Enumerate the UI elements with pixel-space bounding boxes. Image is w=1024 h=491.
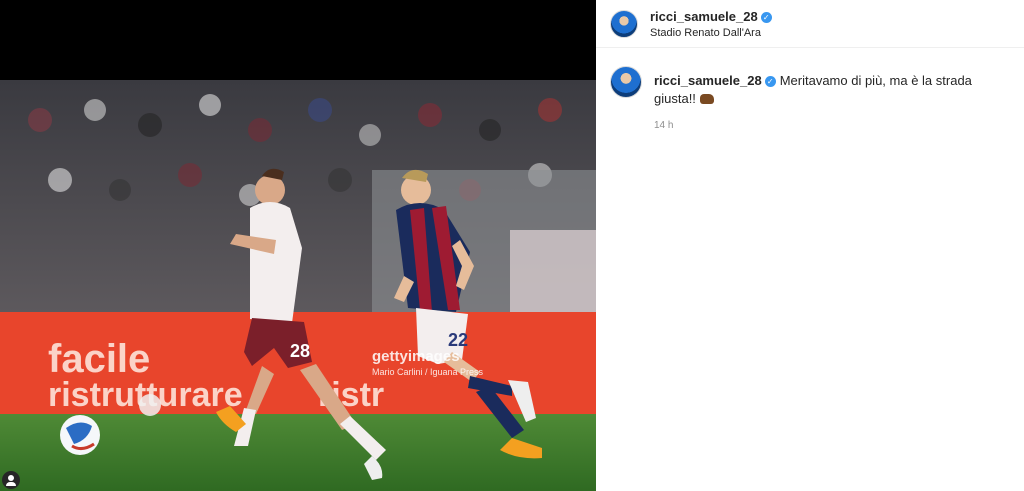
post-media: facile ristrutturare ristr 28 22 gettyim… [0,0,596,491]
shirt-number-right: 22 [448,330,468,350]
post-header: ricci_samuele_28 ✓ Stadio Renato Dall'Ara [596,0,1024,48]
shirt-number-left: 28 [290,341,310,361]
photo-credit: Mario Carlini / Iguana Press [372,367,484,377]
verified-badge-icon: ✓ [760,11,772,23]
header-text: ricci_samuele_28 ✓ Stadio Renato Dall'Ara [650,7,772,41]
caption-avatar[interactable] [610,66,642,98]
football [60,415,100,455]
ad-text-1: facile [48,337,150,381]
bear-emoji-icon [699,94,714,104]
header-username[interactable]: ricci_samuele_28 [650,9,758,24]
post-timestamp[interactable]: 14 h [654,120,1010,131]
post-dialog: facile ristrutturare ristr 28 22 gettyim… [0,0,1024,491]
post-photo[interactable]: facile ristrutturare ristr 28 22 gettyim… [0,80,596,491]
getty-watermark: gettyimages [372,348,460,365]
banner-right [510,230,596,320]
user-tag-icon[interactable] [2,471,20,489]
caption-body: ricci_samuele_28 ✓ Meritavamo di più, ma è… [654,66,1010,131]
post-sidebar: ricci_samuele_28 ✓ Stadio Renato Dall'Ara… [596,0,1024,491]
location-link[interactable]: Stadio Renato Dall'Ara [650,27,772,41]
football-photo: facile ristrutturare ristr 28 22 gettyim… [0,80,596,491]
verified-badge-icon: ✓ [764,76,776,87]
second-ball [139,394,161,416]
avatar[interactable] [610,9,638,38]
caption-username[interactable]: ricci_samuele_28 [654,73,762,88]
caption-block: ricci_samuele_28 ✓ Meritavamo di più, ma è… [596,48,1024,131]
